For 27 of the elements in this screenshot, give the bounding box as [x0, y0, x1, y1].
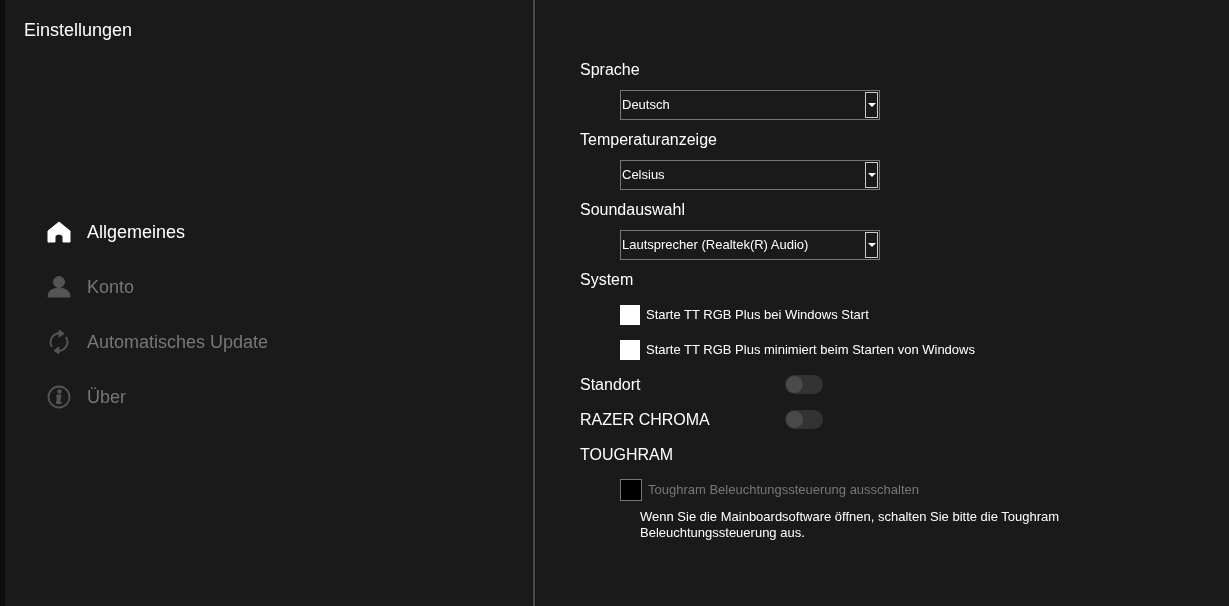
dropdown[interactable]: Deutsch	[620, 89, 880, 120]
setting-label: RAZER CHROMA	[580, 410, 711, 430]
hint-text: Wenn Sie die Mainboardsoftware öffnen, schalten Sie bitte die Toughram Beleuchtungssteuerung aus.	[639, 509, 1061, 541]
setting-label: Sprache	[580, 60, 640, 80]
checkbox-label: Starte TT RGB Plus bei Windows Start	[646, 307, 869, 322]
checkbox[interactable]	[620, 339, 640, 360]
window-title: Einstellungen	[24, 19, 133, 41]
refresh-icon	[47, 330, 71, 354]
sidebar-item[interactable]: Konto	[47, 274, 135, 300]
dropdown[interactable]: Celsius	[620, 159, 880, 190]
sidebar-item[interactable]: Über	[47, 384, 126, 410]
dropdown[interactable]: Lautsprecher (Realtek(R) Audio)	[620, 229, 880, 260]
setting-label: Standort	[580, 375, 642, 395]
checkbox-label: Starte TT RGB Plus minimiert beim Starten von Windows	[646, 342, 975, 357]
user-icon	[47, 275, 71, 299]
checkbox[interactable]	[620, 304, 640, 325]
setting-label: Temperaturanzeige	[580, 130, 717, 150]
sidebar-item[interactable]: Automatisches Update	[47, 329, 269, 355]
info-icon	[47, 385, 71, 409]
toggle-switch[interactable]	[785, 375, 823, 394]
setting-label: System	[580, 270, 634, 290]
home-icon	[47, 220, 71, 244]
setting-label: TOUGHRAM	[580, 445, 674, 465]
sidebar-item[interactable]: Allgemeines	[47, 219, 186, 245]
checkbox-label: Toughram Beleuchtungssteuerung ausschalten	[648, 482, 919, 497]
setting-label: Soundauswahl	[580, 200, 685, 220]
toggle-switch[interactable]	[785, 410, 823, 429]
